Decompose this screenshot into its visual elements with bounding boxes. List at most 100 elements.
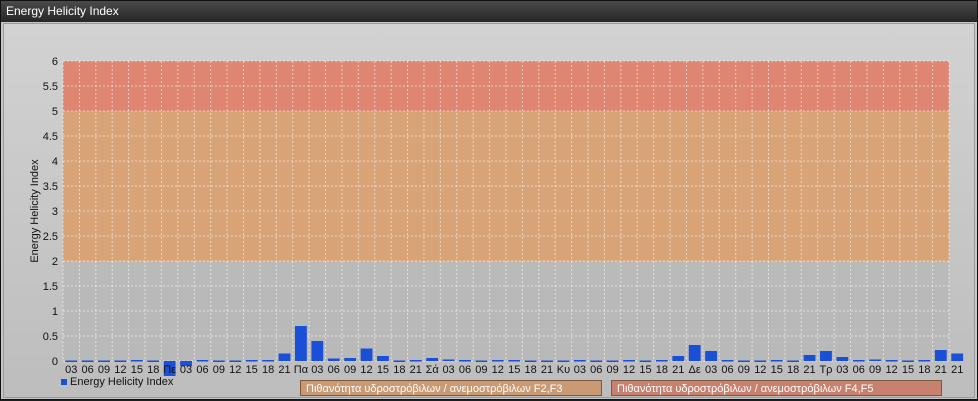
y-tick-label: 5.5 xyxy=(43,81,58,93)
x-tick-label: 21 xyxy=(410,364,422,376)
legend-series: Energy Helicity Index xyxy=(61,376,173,388)
x-tick-label: 09 xyxy=(869,364,881,376)
x-tick-label: 12 xyxy=(623,364,635,376)
bar xyxy=(196,360,209,362)
x-tick-label: 18 xyxy=(147,364,159,376)
x-tick-label: 15 xyxy=(902,364,914,376)
x-tick-label: 06 xyxy=(590,364,602,376)
y-tick-label: 2 xyxy=(52,256,58,268)
x-tick-label: 18 xyxy=(787,364,799,376)
x-tick-label: 15 xyxy=(639,364,651,376)
bar xyxy=(557,360,570,362)
x-tick-label: 15 xyxy=(377,364,389,376)
bar xyxy=(81,360,94,362)
x-tick-label: 21 xyxy=(278,364,290,376)
x-tick-label: Τρ xyxy=(819,364,832,376)
bar xyxy=(951,353,964,361)
y-tick-label: 6 xyxy=(52,56,58,68)
legend-series-label: Energy Helicity Index xyxy=(70,376,174,388)
bar xyxy=(623,360,635,362)
bar xyxy=(327,358,340,361)
x-tick-label: 21 xyxy=(935,364,947,376)
x-tick-label: Πε xyxy=(163,364,176,376)
bar xyxy=(524,360,537,362)
bar xyxy=(114,360,127,362)
bar xyxy=(295,326,307,361)
bar xyxy=(606,360,619,362)
bar xyxy=(541,360,553,362)
helicity-chart: 0 0.5 1 1.5 2 2.5 3 3.5 4 4.5 5 5.5 6 Energy Helicity… xyxy=(29,56,964,376)
x-tick-label: 09 xyxy=(344,364,356,376)
y-tick-label: 4 xyxy=(52,156,58,168)
x-tick-label: 06 xyxy=(853,364,865,376)
x-tick-label: Πα xyxy=(294,364,309,376)
x-tick-label: 03 xyxy=(705,364,717,376)
x-tick-label: 03 xyxy=(574,364,586,376)
bar xyxy=(655,360,668,362)
y-tick-label: 4.5 xyxy=(43,131,58,143)
x-tick-label: 18 xyxy=(393,364,405,376)
x-tick-label: 12 xyxy=(360,364,372,376)
bar xyxy=(377,356,389,361)
bar xyxy=(934,350,947,361)
bar xyxy=(770,360,783,362)
bar xyxy=(738,360,750,362)
x-tick-label: 06 xyxy=(721,364,733,376)
x-tick-label: 12 xyxy=(492,364,504,376)
bar xyxy=(130,360,143,362)
x-tick-label: 18 xyxy=(656,364,668,376)
bar xyxy=(459,360,471,362)
y-tick-label: 3.5 xyxy=(43,181,58,193)
bar xyxy=(820,351,832,361)
bar xyxy=(803,355,816,361)
bar xyxy=(639,360,652,362)
x-tick-label: 12 xyxy=(885,364,897,376)
prob-high-legend: Πιθανότητα υδροστρόβιλων / ανεμοστρόβιλω… xyxy=(611,380,942,396)
bar xyxy=(65,360,78,362)
x-tick-label: 03 xyxy=(180,364,192,376)
bar xyxy=(508,360,521,362)
bar xyxy=(393,360,406,362)
x-tick-label: 06 xyxy=(196,364,208,376)
bar xyxy=(836,357,849,361)
x-tick-label: 06 xyxy=(459,364,471,376)
x-tick-label: 09 xyxy=(475,364,487,376)
bar xyxy=(885,360,898,362)
bar xyxy=(229,360,242,362)
x-tick-label: 03 xyxy=(65,364,77,376)
bar xyxy=(262,360,274,362)
x-tick-label: 06 xyxy=(81,364,93,376)
x-tick-label: 09 xyxy=(213,364,225,376)
y-tick-label: 5 xyxy=(52,106,58,118)
x-tick-label: 03 xyxy=(442,364,454,376)
bar xyxy=(852,360,865,362)
x-tick-label: 09 xyxy=(607,364,619,376)
bar xyxy=(360,348,373,361)
x-tick-label: Δε xyxy=(689,364,701,376)
bar xyxy=(918,360,931,362)
x-tick-label: 18 xyxy=(524,364,536,376)
bar xyxy=(721,360,734,362)
x-tick-label: 21 xyxy=(672,364,684,376)
x-tick-label: 21 xyxy=(803,364,815,376)
bar xyxy=(573,360,586,362)
x-tick-label: 15 xyxy=(131,364,143,376)
x-tick-label: Σά xyxy=(426,364,440,376)
bar xyxy=(344,358,357,361)
x-tick-label: 15 xyxy=(508,364,520,376)
x-tick-label: 06 xyxy=(328,364,340,376)
bar xyxy=(212,360,225,362)
bar xyxy=(409,360,422,362)
x-tick-label: 12 xyxy=(754,364,766,376)
x-tick-label: 09 xyxy=(738,364,750,376)
bar xyxy=(590,360,603,362)
y-tick-label: 1 xyxy=(52,306,58,318)
bar xyxy=(442,359,455,361)
y-axis-label: Energy Helicity Index xyxy=(29,159,41,263)
chart-window: Energy Helicity Index 0 0.5 1 1.5 2 2.5 3 3.5 4 4… xyxy=(0,0,978,400)
y-tick-label: 0.5 xyxy=(43,331,58,343)
prob-low-legend: Πιθανότητα υδροστρόβιλων / ανεμοστρόβιλω… xyxy=(300,380,602,396)
legend-swatch-icon xyxy=(61,379,67,386)
x-tick-label: 21 xyxy=(541,364,553,376)
bar xyxy=(705,351,717,361)
